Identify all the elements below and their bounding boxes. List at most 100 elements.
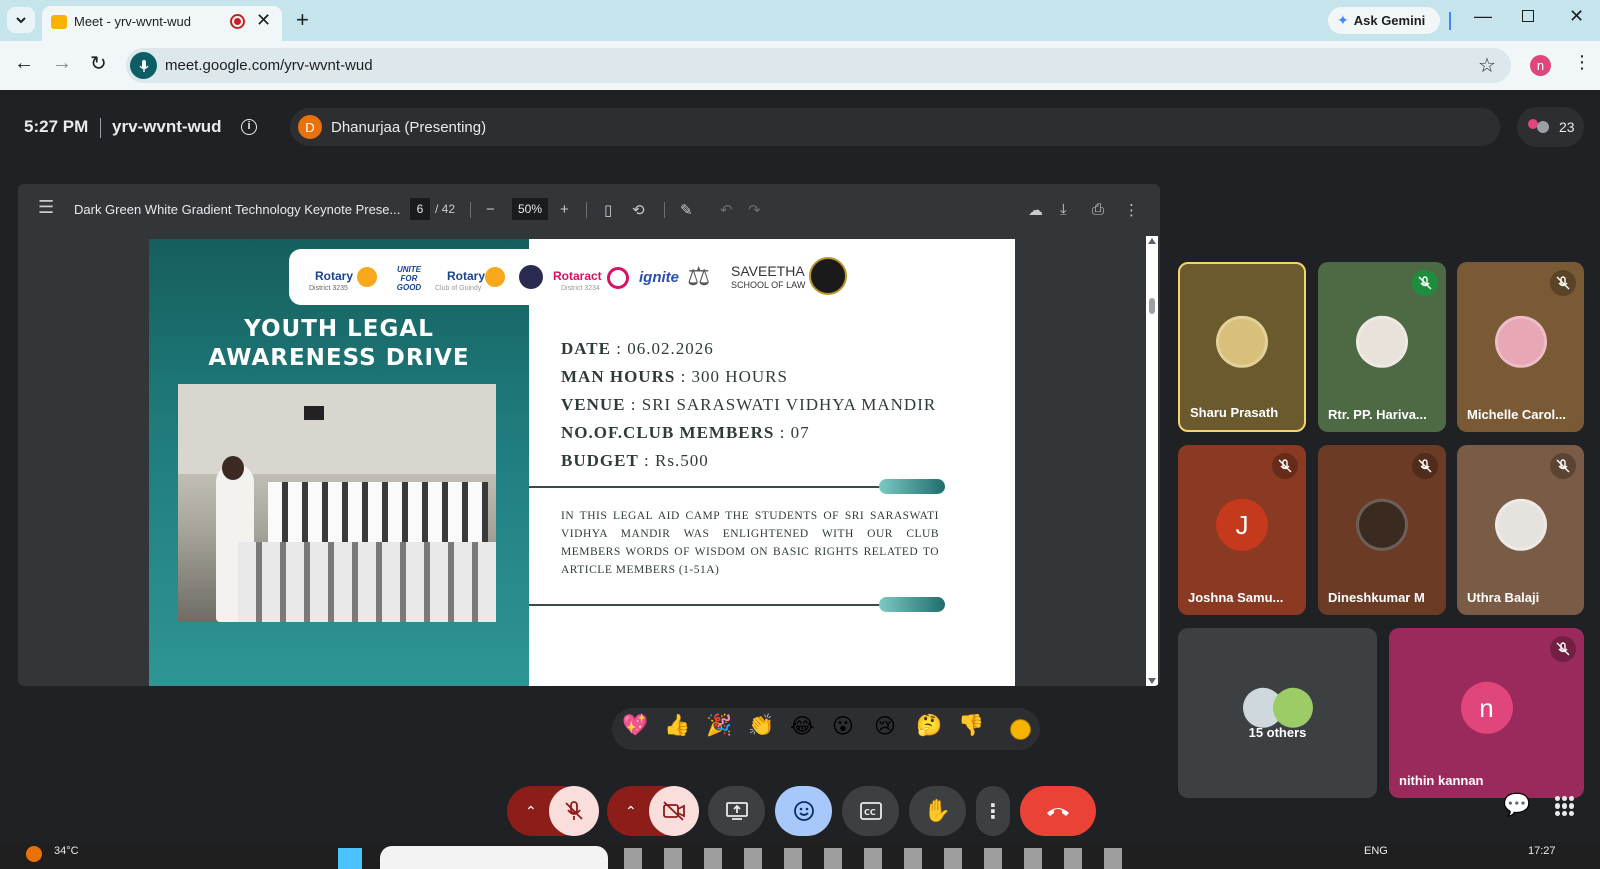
info-icon[interactable]: i bbox=[241, 119, 257, 135]
reaction-emoji[interactable]: 👏 bbox=[748, 714, 774, 738]
participant-tile[interactable]: Uthra Balaji bbox=[1457, 445, 1584, 615]
reaction-emoji[interactable]: 👎 bbox=[958, 714, 984, 738]
language-indicator[interactable]: ENG bbox=[1364, 845, 1388, 857]
participant-name: nithin kannan bbox=[1399, 773, 1484, 788]
page-number-input[interactable]: 6 bbox=[410, 198, 430, 220]
reaction-emoji[interactable]: 😢 bbox=[874, 714, 896, 739]
zoom-out-icon[interactable]: − bbox=[486, 201, 495, 218]
rotary-wheel-icon bbox=[357, 267, 377, 287]
reaction-emoji[interactable]: 😮 bbox=[832, 714, 854, 739]
start-icon[interactable] bbox=[338, 848, 362, 869]
save-to-drive-icon[interactable]: ☁ bbox=[1028, 201, 1043, 219]
participant-tile[interactable]: Sharu Prasath bbox=[1178, 262, 1306, 432]
zoom-in-icon[interactable]: + bbox=[560, 201, 569, 218]
divider-line bbox=[529, 486, 899, 488]
leave-call-button[interactable] bbox=[1020, 786, 1096, 836]
activities-icon[interactable] bbox=[1555, 796, 1575, 816]
participant-tile[interactable]: Michelle Carol... bbox=[1457, 262, 1584, 432]
weather-icon[interactable] bbox=[26, 846, 42, 862]
taskbar: 34°C ENG 17:27 bbox=[0, 842, 1600, 869]
annotate-icon[interactable]: ✎ bbox=[680, 201, 693, 219]
venue-label: VENUE bbox=[561, 395, 626, 414]
rotary-wheel-icon bbox=[485, 267, 505, 287]
fit-page-icon[interactable]: ▯ bbox=[604, 201, 612, 219]
chat-icon[interactable]: 💬 bbox=[1503, 792, 1530, 818]
divider bbox=[664, 202, 665, 218]
participant-tile[interactable]: Dineshkumar M bbox=[1318, 445, 1446, 615]
hang-up-icon bbox=[1047, 808, 1069, 816]
ask-gemini-button[interactable]: ✦ Ask Gemini bbox=[1328, 7, 1440, 34]
presenter-initial: D bbox=[305, 119, 315, 135]
camera-off-icon bbox=[663, 801, 685, 821]
people-button[interactable]: 23 bbox=[1517, 107, 1584, 147]
taskbar-search[interactable] bbox=[380, 846, 608, 869]
participant-count: 23 bbox=[1559, 119, 1575, 135]
hours-value: : 300 HOURS bbox=[680, 367, 788, 386]
pdf-more-icon[interactable]: ⋮ bbox=[1124, 201, 1139, 219]
restore-icon[interactable] bbox=[1522, 10, 1534, 22]
reaction-emoji[interactable]: 💖 bbox=[622, 714, 648, 738]
omnibox[interactable]: meet.google.com/yrv-wvnt-wud ☆ bbox=[126, 48, 1511, 83]
scrollbar-thumb[interactable] bbox=[1149, 298, 1155, 314]
tab-search-button[interactable] bbox=[7, 7, 35, 33]
pdf-menu-icon[interactable]: ☰ bbox=[38, 197, 54, 218]
browser-menu-icon[interactable]: ⋮ bbox=[1573, 52, 1591, 73]
close-window-icon[interactable]: ✕ bbox=[1569, 6, 1584, 27]
raise-hand-button[interactable]: ✋ bbox=[909, 786, 966, 836]
slide-description: IN THIS LEGAL AID CAMP THE STUDENTS OF S… bbox=[561, 510, 939, 576]
rotate-icon[interactable]: ⟲ bbox=[632, 201, 645, 219]
reaction-emoji[interactable]: 😂 bbox=[790, 714, 815, 739]
slide-heading: YOUTH LEGAL AWARENESS DRIVE bbox=[149, 315, 529, 373]
browser-tab[interactable]: Meet - yrv-wvnt-wud ✕ bbox=[42, 6, 282, 41]
microphone-toggle-button[interactable] bbox=[549, 786, 599, 836]
tab-strip: Meet - yrv-wvnt-wud ✕ + ✦ Ask Gemini — ✕ bbox=[0, 0, 1600, 41]
divider bbox=[100, 118, 101, 138]
undo-icon[interactable]: ↶ bbox=[720, 201, 733, 219]
forward-icon[interactable]: → bbox=[52, 52, 72, 75]
participant-tile[interactable]: J Joshna Samu... bbox=[1178, 445, 1306, 615]
participant-name: 15 others bbox=[1248, 725, 1307, 740]
download-icon[interactable]: ⤓ bbox=[1060, 201, 1067, 218]
reaction-emoji[interactable]: 👍 bbox=[664, 714, 690, 738]
scroll-down-icon[interactable] bbox=[1148, 678, 1156, 684]
print-icon[interactable]: ⎙ bbox=[1092, 201, 1104, 218]
zoom-input[interactable]: 50% bbox=[512, 198, 548, 220]
participant-avatar bbox=[1216, 315, 1268, 368]
participant-tile[interactable]: n nithin kannan bbox=[1389, 628, 1584, 798]
more-options-button[interactable]: ⋮ bbox=[976, 786, 1010, 836]
skin-tone-icon[interactable] bbox=[1010, 719, 1031, 740]
rotaract-logo-subtext: District 3234 bbox=[561, 285, 600, 292]
scroll-up-icon[interactable] bbox=[1148, 238, 1156, 244]
reaction-emoji[interactable]: 🎉 bbox=[706, 714, 732, 738]
date-value: : 06.02.2026 bbox=[616, 339, 714, 358]
saveetha-logo-subtext: SCHOOL OF LAW bbox=[731, 280, 806, 290]
presenting-bar[interactable]: D Dhanurjaa (Presenting) bbox=[290, 108, 1500, 146]
minimize-icon[interactable]: — bbox=[1474, 6, 1492, 27]
recording-icon bbox=[230, 14, 245, 29]
profile-avatar[interactable]: n bbox=[1530, 55, 1551, 76]
system-clock[interactable]: 17:27 bbox=[1528, 845, 1556, 857]
reload-icon[interactable]: ↻ bbox=[90, 51, 107, 76]
participant-tile[interactable]: Rtr. PP. Hariva... bbox=[1318, 262, 1446, 432]
back-icon[interactable]: ← bbox=[14, 52, 34, 75]
scales-of-justice-icon: ⚖ bbox=[687, 261, 711, 291]
bookmark-star-icon[interactable]: ☆ bbox=[1478, 53, 1496, 78]
captions-button[interactable]: CC bbox=[842, 786, 899, 836]
close-tab-icon[interactable]: ✕ bbox=[256, 10, 271, 31]
tab-title: Meet - yrv-wvnt-wud bbox=[74, 14, 192, 29]
redo-icon[interactable]: ↷ bbox=[748, 201, 761, 219]
pdf-scrollbar[interactable] bbox=[1146, 236, 1158, 686]
meeting-code: yrv-wvnt-wud bbox=[112, 117, 222, 136]
reaction-emoji[interactable]: 🤔 bbox=[916, 714, 942, 738]
participant-tile[interactable]: 15 others bbox=[1178, 628, 1377, 798]
photo-students-seated bbox=[238, 542, 496, 622]
present-screen-button[interactable] bbox=[708, 786, 765, 836]
presenter-label: Dhanurjaa (Presenting) bbox=[331, 119, 487, 136]
page-number: 6 bbox=[416, 202, 424, 216]
new-tab-icon[interactable]: + bbox=[296, 7, 309, 33]
venue-value: : SRI SARASWATI VIDHYA MANDIR bbox=[630, 395, 937, 414]
pdf-viewer[interactable]: ☰ Dark Green White Gradient Technology K… bbox=[18, 184, 1160, 686]
members-label: NO.OF.CLUB MEMBERS bbox=[561, 423, 775, 442]
reactions-button[interactable] bbox=[775, 786, 832, 836]
camera-toggle-button[interactable] bbox=[649, 786, 699, 836]
